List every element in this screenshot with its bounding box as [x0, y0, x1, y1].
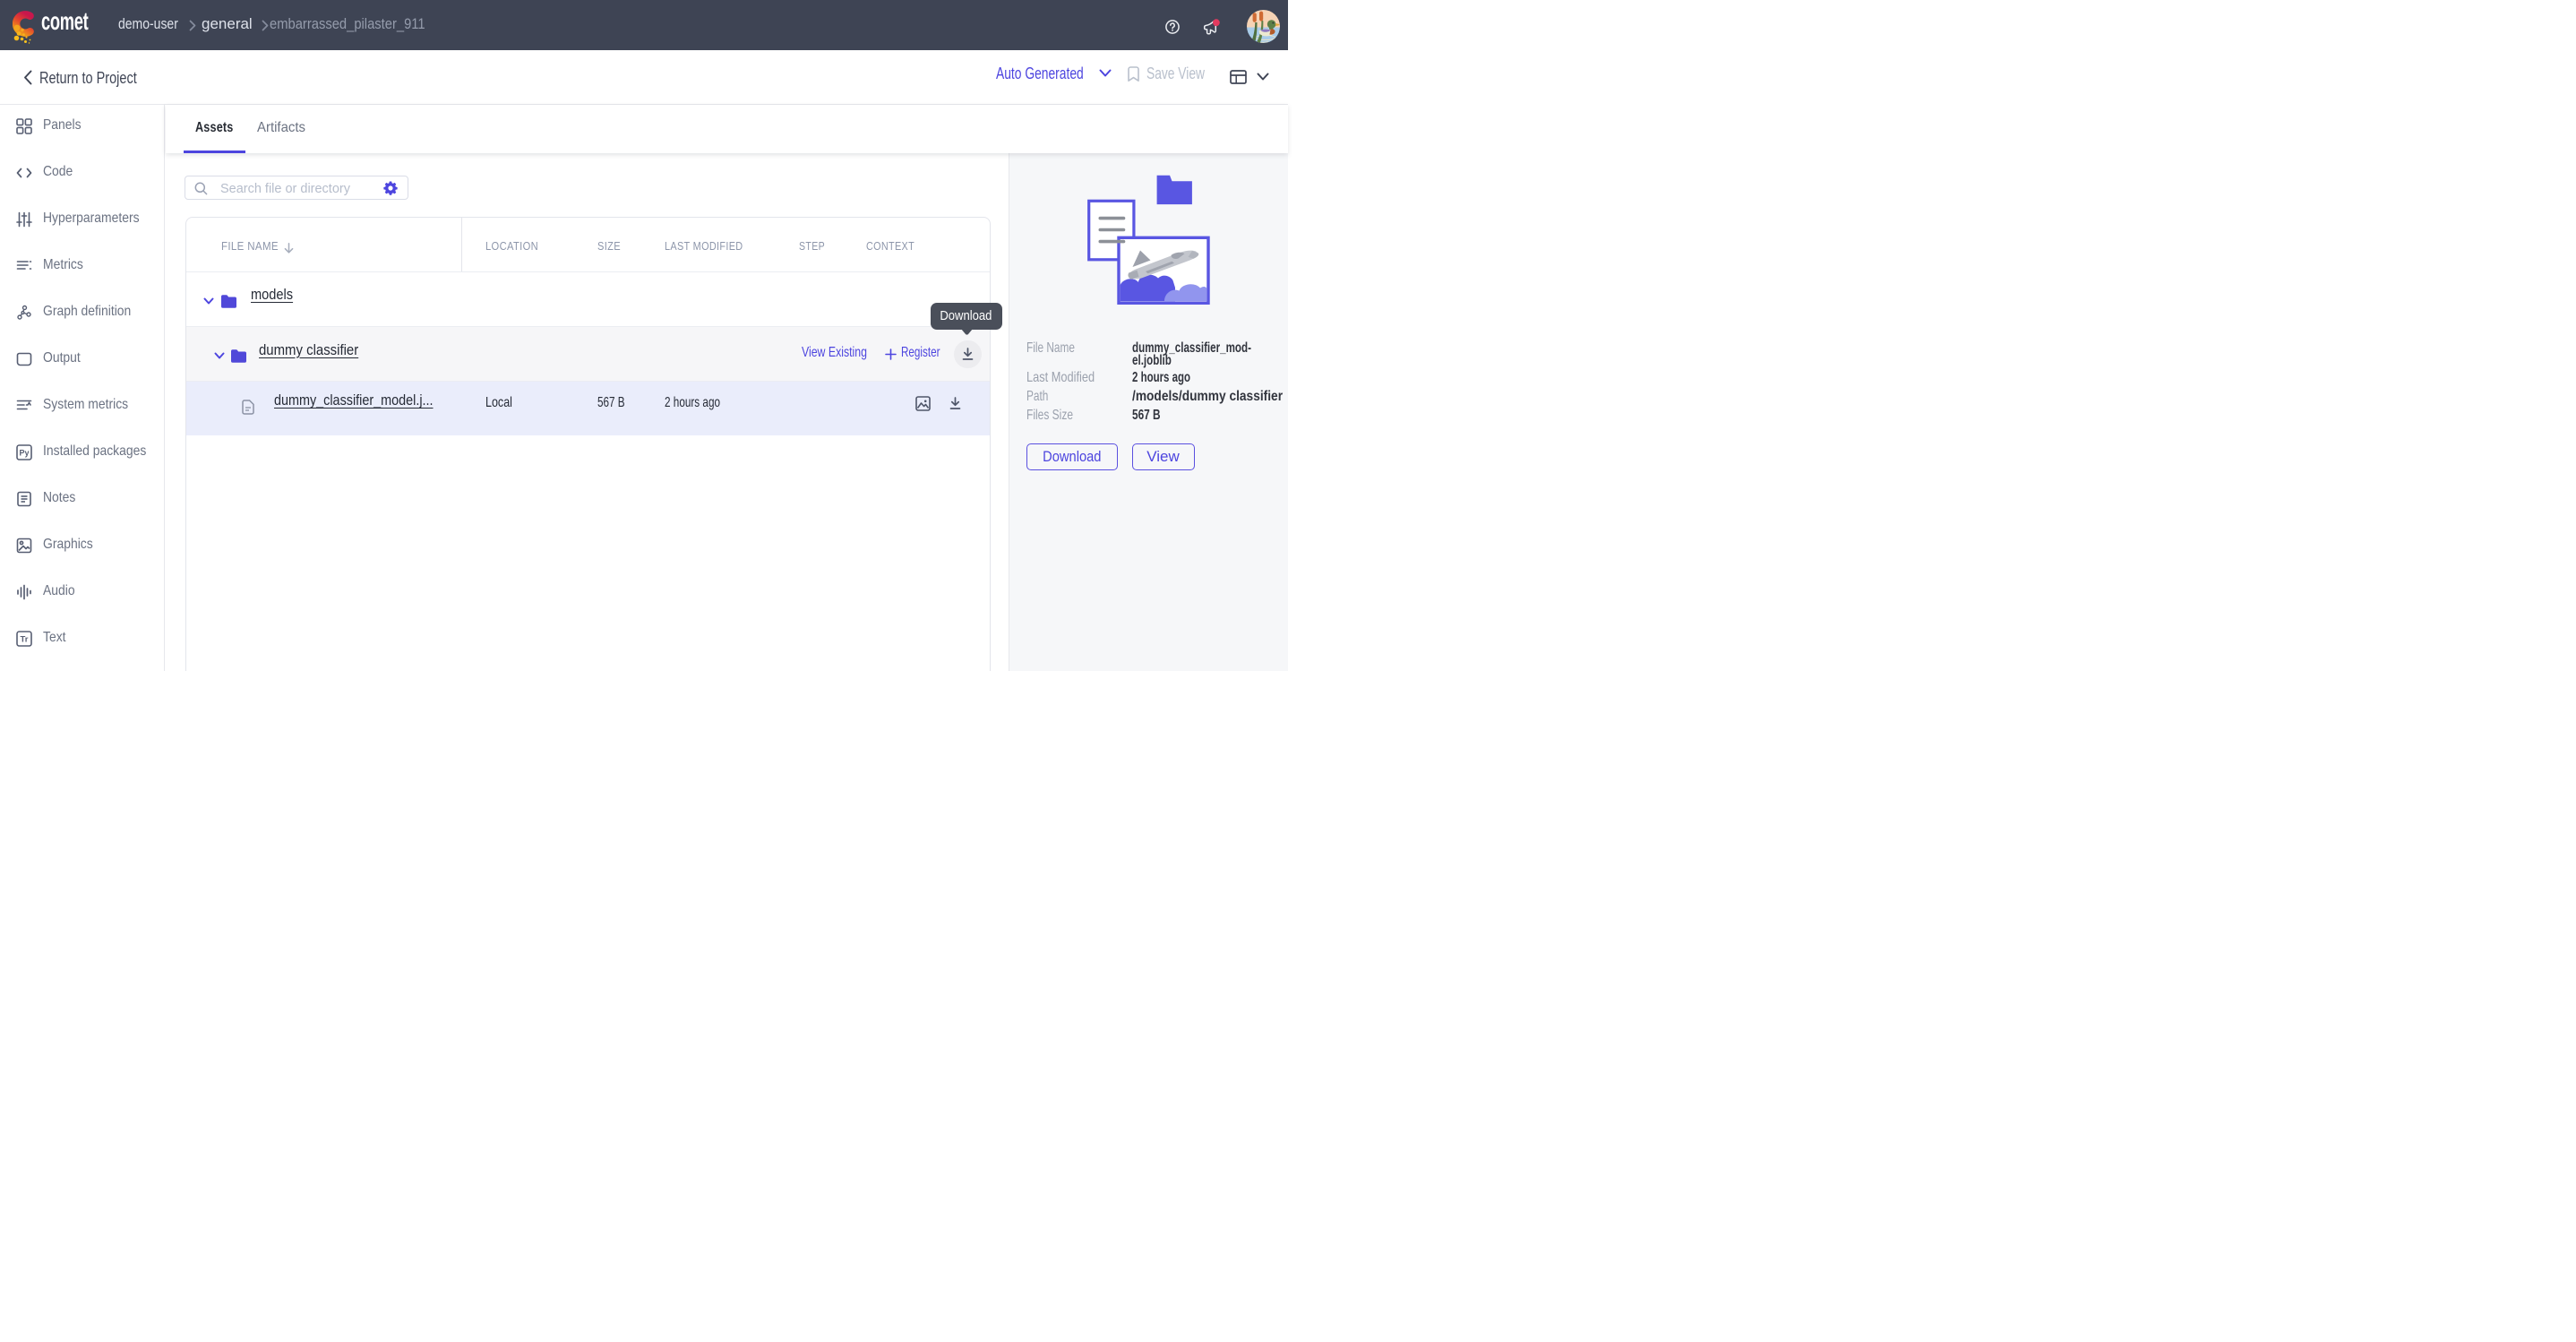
svg-text:Py: Py: [19, 449, 29, 458]
svg-text:Tr: Tr: [21, 635, 29, 645]
